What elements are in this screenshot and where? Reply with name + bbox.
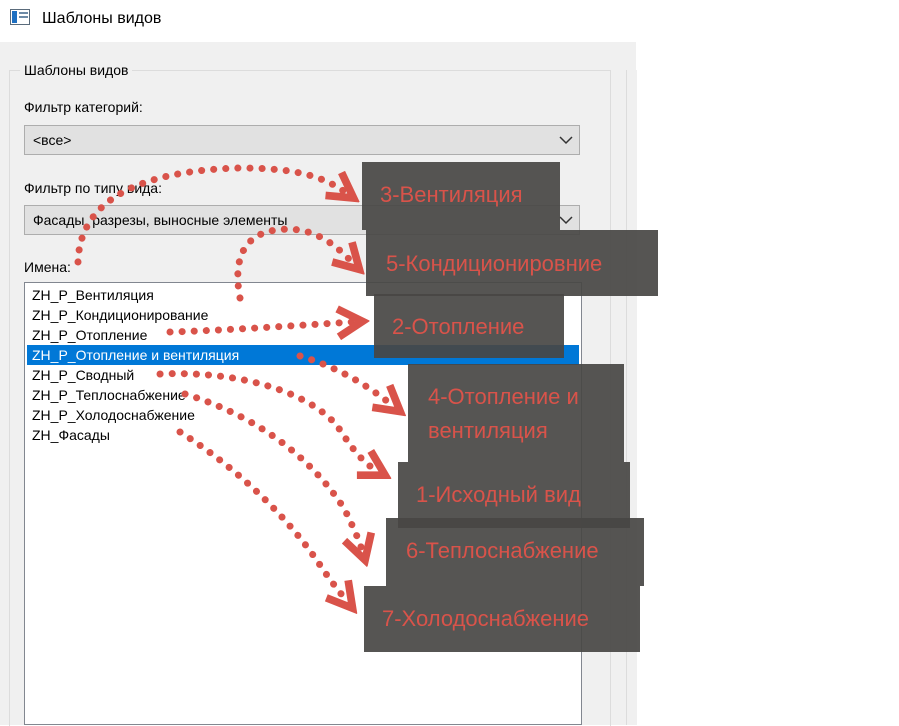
view-type-filter-label: Фильтр по типу вида: xyxy=(24,180,162,196)
annotation-conditioning: 5-Кондиционировние xyxy=(366,230,658,296)
names-label: Имена: xyxy=(24,259,71,275)
category-filter-label: Фильтр категорий: xyxy=(24,99,143,115)
annotation-heating: 2-Отопление xyxy=(374,294,564,358)
annotation-heating-ventilation: 4-Отопление и вентиляция xyxy=(408,364,624,462)
window-title: Шаблоны видов xyxy=(42,10,162,27)
chevron-down-icon xyxy=(559,136,573,145)
view-type-filter-value: Фасады, разрезы, выносные элементы xyxy=(33,212,288,228)
annotation-cold-supply: 7-Холодоснабжение xyxy=(364,586,640,652)
annotation-heat-supply: 6-Теплоснабжение xyxy=(386,518,644,586)
window-app-icon xyxy=(10,9,30,25)
annotation-ventilation: 3-Вентиляция xyxy=(362,162,560,230)
chevron-down-icon xyxy=(559,216,573,225)
category-filter-dropdown[interactable]: <все> xyxy=(24,125,580,155)
title-bar: Шаблоны видов xyxy=(0,0,899,42)
group-title: Шаблоны видов xyxy=(20,62,133,78)
category-filter-value: <все> xyxy=(33,132,72,148)
